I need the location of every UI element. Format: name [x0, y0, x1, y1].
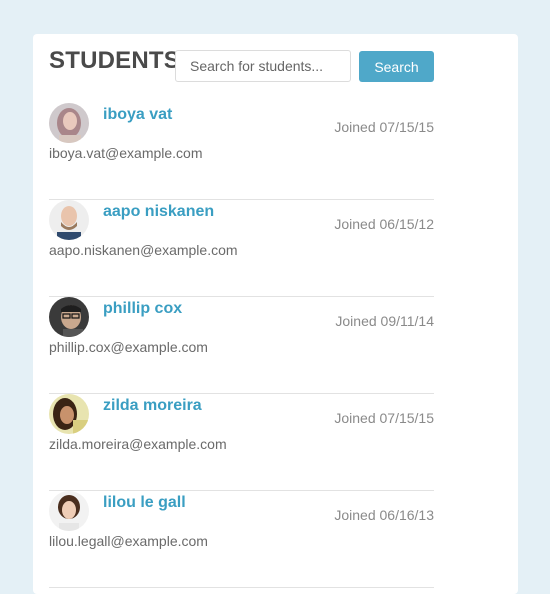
- student-row: lilou le gall Joined 06/16/13 lilou.lega…: [49, 491, 434, 588]
- page-title: STUDENTS: [49, 47, 180, 74]
- student-name-link[interactable]: lilou le gall: [103, 494, 186, 512]
- student-list: iboya vat Joined 07/15/15 iboya.vat@exam…: [49, 103, 434, 588]
- student-email: zilda.moreira@example.com: [49, 436, 227, 452]
- avatar-icon[interactable]: [49, 297, 89, 337]
- student-row: phillip cox Joined 09/11/14 phillip.cox@…: [49, 297, 434, 394]
- student-row: iboya vat Joined 07/15/15 iboya.vat@exam…: [49, 103, 434, 200]
- search-button[interactable]: Search: [359, 51, 434, 82]
- student-email: aapo.niskanen@example.com: [49, 242, 238, 258]
- student-name-link[interactable]: zilda moreira: [103, 397, 202, 415]
- search-input[interactable]: [175, 50, 351, 82]
- student-name-link[interactable]: aapo niskanen: [103, 203, 214, 221]
- student-row: zilda moreira Joined 07/15/15 zilda.more…: [49, 394, 434, 491]
- students-header: STUDENTS Search: [49, 47, 434, 84]
- joined-date: Joined 09/11/14: [335, 313, 434, 329]
- joined-date: Joined 06/16/13: [334, 507, 434, 523]
- student-email: lilou.legall@example.com: [49, 533, 208, 549]
- avatar-icon[interactable]: [49, 103, 89, 143]
- student-name-link[interactable]: iboya vat: [103, 106, 172, 124]
- avatar-icon[interactable]: [49, 491, 89, 531]
- joined-date: Joined 07/15/15: [334, 119, 434, 135]
- joined-date: Joined 07/15/15: [334, 410, 434, 426]
- joined-date: Joined 06/15/12: [334, 216, 434, 232]
- avatar-icon[interactable]: [49, 200, 89, 240]
- student-email: phillip.cox@example.com: [49, 339, 208, 355]
- avatar-icon[interactable]: [49, 394, 89, 434]
- student-row: aapo niskanen Joined 06/15/12 aapo.niska…: [49, 200, 434, 297]
- student-email: iboya.vat@example.com: [49, 145, 203, 161]
- student-name-link[interactable]: phillip cox: [103, 300, 182, 318]
